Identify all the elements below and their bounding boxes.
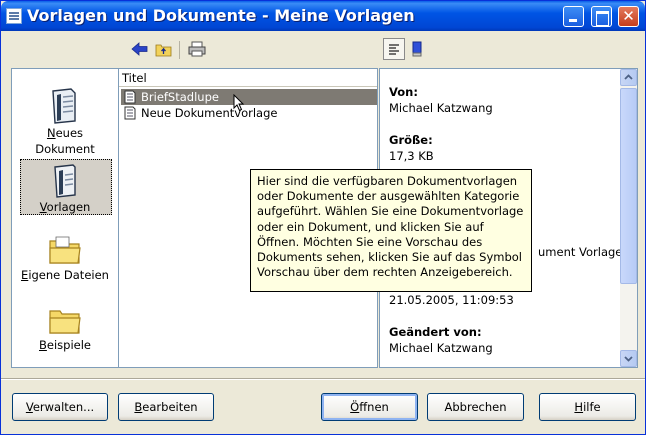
back-icon[interactable] bbox=[130, 39, 150, 59]
manage-button[interactable]: Verwalten... bbox=[12, 393, 108, 421]
category-label: Vorlagen bbox=[39, 200, 91, 214]
tooltip-line: Dokuments sehen, klicken Sie auf das Sym… bbox=[257, 250, 522, 265]
chevron-down-icon bbox=[624, 356, 633, 362]
scroll-thumb[interactable] bbox=[620, 88, 637, 284]
help-tooltip: Hier sind die verfügbaren Dokumentvorlag… bbox=[250, 169, 532, 292]
tooltip-line: oder ein Dokument, und klicken Sie auf bbox=[257, 219, 484, 234]
template-file-icon bbox=[124, 90, 136, 104]
window-title: Vorlagen und Dokumente - Meine Vorlagen bbox=[27, 6, 415, 25]
document-properties-icon[interactable] bbox=[383, 38, 405, 60]
list-item-label: Neue Dokumentvorlage bbox=[141, 106, 278, 120]
scroll-up-button[interactable] bbox=[620, 69, 637, 86]
type-value: ument Vorlage bbox=[538, 245, 623, 259]
category-templates[interactable]: Vorlagen bbox=[12, 159, 118, 215]
tooltip-line: Hier sind die verfügbaren Dokumentvorlag… bbox=[257, 174, 518, 188]
category-new-document[interactable]: Neues Dokument bbox=[12, 87, 118, 157]
chevron-up-icon bbox=[624, 74, 633, 80]
modified-by-value: Michael Katzwang bbox=[389, 341, 493, 355]
size-label: Größe: bbox=[389, 133, 433, 147]
author-value: Michael Katzwang bbox=[389, 101, 493, 115]
close-icon: ✕ bbox=[622, 7, 635, 25]
tooltip-line: aufgeführt. Wählen Sie eine Dokumentvorl… bbox=[257, 204, 524, 219]
scroll-down-button[interactable] bbox=[620, 350, 637, 367]
close-button[interactable]: ✕ bbox=[618, 6, 639, 27]
category-label: Beispiele bbox=[39, 338, 91, 352]
template-file-icon bbox=[124, 106, 136, 120]
date-value: 21.05.2005, 11:09:53 bbox=[389, 293, 514, 307]
category-label: Eigene Dateien bbox=[21, 268, 109, 282]
vertical-scrollbar[interactable] bbox=[620, 69, 637, 367]
category-samples[interactable]: Beispiele bbox=[12, 303, 118, 353]
mouse-cursor-icon bbox=[233, 94, 245, 112]
cancel-button[interactable]: Abbrechen bbox=[427, 393, 524, 421]
up-folder-icon[interactable] bbox=[154, 39, 174, 59]
list-item-label: BriefStadlupe bbox=[141, 90, 219, 104]
preview-icon[interactable] bbox=[407, 39, 427, 59]
edit-button[interactable]: Bearbeiten bbox=[118, 393, 214, 421]
size-value: 17,3 KB bbox=[389, 149, 434, 163]
folder-icon bbox=[49, 310, 81, 334]
list-item[interactable]: BriefStadlupe bbox=[121, 89, 377, 105]
tooltip-line: Vorschau über dem rechten Anzeigebereich… bbox=[257, 265, 513, 280]
templates-icon bbox=[54, 164, 76, 198]
tooltip-line: oder Dokumente der ausgewählten Kategori… bbox=[257, 189, 520, 204]
app-document-icon bbox=[6, 8, 22, 24]
list-item[interactable]: Neue Dokumentvorlage bbox=[119, 105, 377, 121]
dialog-window: Vorlagen und Dokumente - Meine Vorlagen … bbox=[0, 0, 646, 435]
maximize-button[interactable] bbox=[591, 6, 612, 27]
category-label: Neues bbox=[46, 126, 84, 140]
folder-icon bbox=[49, 236, 81, 264]
modified-by-label: Geändert von: bbox=[389, 325, 482, 339]
print-icon[interactable] bbox=[187, 39, 207, 59]
category-panel: Neues Dokument Vorlagen Eigene Dateien B… bbox=[11, 68, 119, 368]
minimize-button[interactable] bbox=[563, 6, 584, 27]
open-button[interactable]: Öffnen bbox=[321, 393, 418, 421]
category-my-files[interactable]: Eigene Dateien bbox=[12, 233, 118, 283]
new-document-icon bbox=[52, 88, 76, 124]
author-label: Von: bbox=[389, 85, 418, 99]
tooltip-line: Öffnen. Möchten Sie eine Vorschau des bbox=[257, 234, 483, 249]
toolbar-separator bbox=[179, 41, 180, 59]
category-label-line2: Dokument bbox=[35, 142, 95, 156]
column-header-title[interactable]: Titel bbox=[119, 69, 377, 87]
button-area-separator bbox=[1, 378, 645, 380]
title-bar[interactable]: Vorlagen und Dokumente - Meine Vorlagen … bbox=[1, 1, 645, 31]
help-button[interactable]: Hilfe bbox=[539, 393, 636, 421]
